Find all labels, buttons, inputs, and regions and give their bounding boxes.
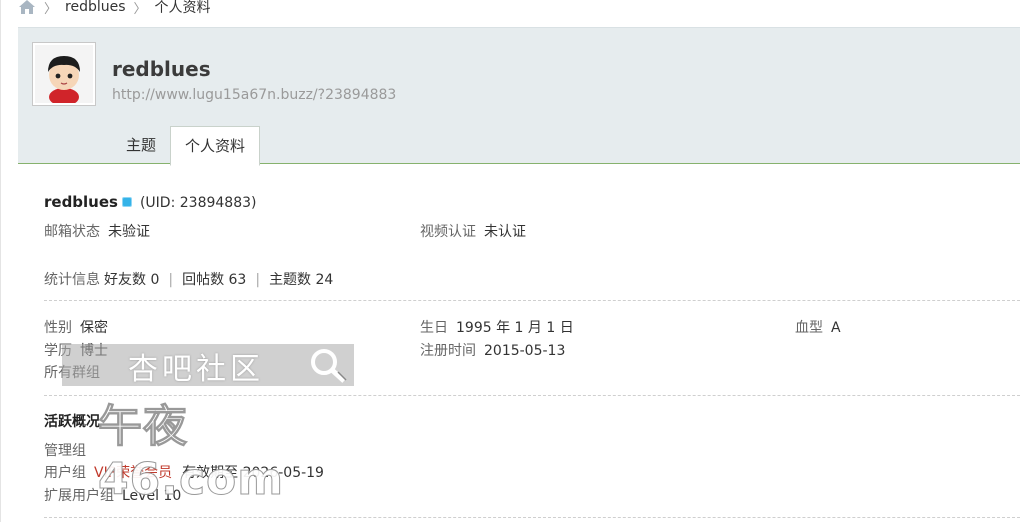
admin-group-label: 管理组 (44, 443, 86, 459)
activity-title: 活跃概况 (44, 414, 100, 430)
profile-homepage-link[interactable]: http://www.lugu15a67n.buzz/?23894883 (112, 87, 396, 103)
email-status-row: 邮箱状态 未验证 (44, 221, 150, 241)
tab-threads[interactable]: 主题 (112, 126, 170, 165)
user-group-expiry: 有效期至 2026-05-19 (182, 465, 324, 481)
education-row: 学历 博士 (44, 340, 108, 360)
avatar[interactable] (32, 42, 96, 106)
email-status-label: 邮箱状态 (44, 224, 100, 240)
stats-row: 统计信息 好友数 0 | 回帖数 63 | 主题数 24 (44, 272, 334, 288)
birthday-label: 生日 (420, 320, 448, 336)
divider (44, 517, 1020, 518)
stats-label: 统计信息 (44, 272, 100, 288)
ext-group-row: 扩展用户组 Level 10 (44, 485, 181, 505)
breadcrumb: 〉 redblues 〉 个人资料 (18, 0, 211, 18)
user-group-vip-link[interactable]: VIP荣誉会员 (94, 465, 172, 481)
admin-group-row: 管理组 (44, 440, 94, 460)
ext-group-value: Level 10 (122, 488, 182, 504)
gender-value: 保密 (80, 320, 108, 336)
profile-username: redblues (112, 57, 211, 81)
register-time-label: 注册时间 (420, 343, 476, 359)
friends-count-link[interactable]: 好友数 0 (104, 272, 159, 288)
education-label: 学历 (44, 343, 72, 359)
watermark-search-icon (308, 346, 348, 388)
user-group-row: 用户组 VIP荣誉会员 有效期至 2026-05-19 (44, 462, 324, 482)
tab-profile[interactable]: 个人资料 (170, 126, 261, 166)
blood-type-label: 血型 (795, 320, 823, 336)
replies-count-link[interactable]: 回帖数 63 (182, 272, 246, 288)
divider (44, 300, 1020, 301)
threads-count-link[interactable]: 主题数 24 (269, 272, 333, 288)
activity-title-row: 活跃概况 (44, 411, 100, 431)
breadcrumb-separator: 〉 (133, 1, 147, 17)
profile-header: redblues http://www.lugu15a67n.buzz/?238… (18, 27, 1020, 166)
breadcrumb-separator: 〉 (44, 1, 58, 17)
email-status-value: 未验证 (108, 224, 150, 240)
register-time-row: 注册时间 2015-05-13 (420, 340, 565, 360)
watermark-line1: 杏吧社区 (128, 352, 264, 387)
education-value: 博士 (80, 343, 108, 359)
page-left-border (0, 0, 1, 522)
groups-row: 所有群组 (44, 362, 108, 382)
home-icon[interactable] (18, 0, 36, 15)
birthday-row: 生日 1995 年 1 月 1 日 (420, 317, 574, 337)
groups-label: 所有群组 (44, 365, 100, 381)
gender-label: 性别 (44, 320, 72, 336)
video-auth-value: 未认证 (484, 224, 526, 240)
online-status-icon (121, 197, 132, 207)
video-auth-label: 视频认证 (420, 224, 476, 240)
uid-line: redblues (UID: 23894883) (44, 193, 256, 211)
video-auth-row: 视频认证 未认证 (420, 221, 526, 241)
divider (44, 395, 1020, 396)
user-group-label: 用户组 (44, 465, 86, 481)
breadcrumb-current: 个人资料 (154, 0, 211, 16)
ext-group-label: 扩展用户组 (44, 488, 114, 504)
register-time-value: 2015-05-13 (484, 343, 566, 359)
avatar-image (35, 45, 93, 103)
gender-row: 性别 保密 (44, 317, 108, 337)
blood-type-value: A (831, 320, 841, 336)
birthday-value: 1995 年 1 月 1 日 (456, 320, 574, 336)
breadcrumb-user-link[interactable]: redblues (65, 0, 126, 15)
blood-type-row: 血型 A (795, 317, 841, 337)
profile-tabs: 主题 个人资料 (112, 126, 261, 166)
uid-value: (UID: 23894883) (139, 195, 257, 211)
info-username: redblues (44, 193, 118, 211)
